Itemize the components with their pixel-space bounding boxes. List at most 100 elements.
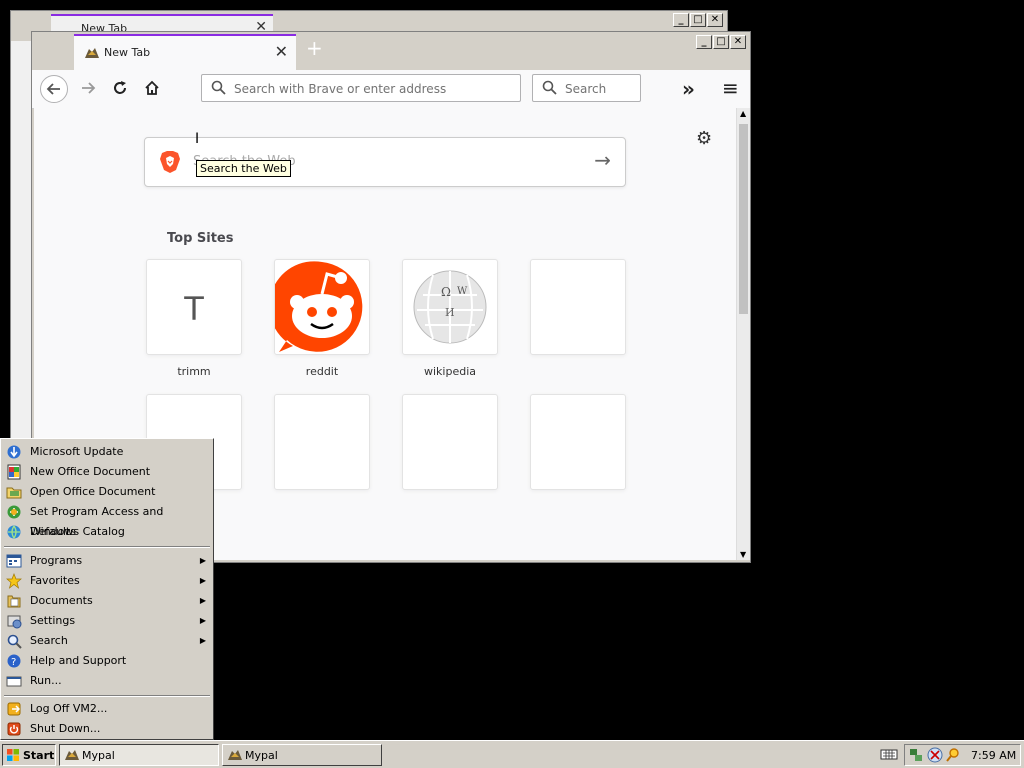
start-menu-item[interactable]: Documents ▶	[4, 591, 210, 611]
minimize-button[interactable]: _	[696, 35, 712, 49]
search-bar-placeholder: Search	[565, 82, 607, 96]
svg-text:И: И	[445, 306, 455, 319]
reload-icon	[114, 81, 126, 94]
start-label: Start	[23, 749, 55, 762]
network-icon[interactable]	[908, 747, 924, 763]
start-menu-item-label: Shut Down...	[30, 722, 101, 735]
documents-icon	[7, 595, 21, 608]
tab-close-icon[interactable]: ✕	[275, 42, 288, 61]
new-doc-icon	[7, 464, 21, 480]
vertical-scrollbar[interactable]: ▲ ▼	[736, 108, 750, 560]
keyboard-icon[interactable]	[880, 747, 898, 761]
start-menu-item[interactable]: Shut Down...	[4, 719, 210, 739]
start-menu-item-label: Open Office Document	[30, 485, 156, 498]
scroll-up-icon[interactable]: ▲	[740, 109, 746, 118]
start-menu-item[interactable]: Windows Catalog	[4, 522, 210, 542]
top-site-tile-reddit[interactable]	[274, 259, 370, 355]
start-menu-item[interactable]: Settings ▶	[4, 611, 210, 631]
top-site-empty-tile[interactable]	[402, 394, 498, 490]
start-button[interactable]: Start	[2, 744, 56, 766]
favorites-icon	[6, 573, 22, 589]
tooltip: Search the Web	[196, 160, 291, 177]
address-bar-placeholder: Search with Brave or enter address	[234, 82, 447, 96]
home-icon	[145, 80, 159, 95]
scroll-down-icon[interactable]: ▼	[740, 550, 746, 559]
submenu-arrow-icon: ▶	[199, 616, 206, 625]
start-menu-item[interactable]: Programs ▶	[4, 551, 210, 571]
background-window-controls: _ □ ✕	[673, 13, 723, 27]
start-menu-item[interactable]: Run...	[4, 671, 210, 691]
start-menu-item[interactable]: ? Help and Support	[4, 651, 210, 671]
start-menu-item-label: Microsoft Update	[30, 445, 124, 458]
submenu-arrow-icon: ▶	[199, 576, 206, 585]
system-tray: 7:59 AM	[904, 744, 1021, 766]
forward-button[interactable]	[74, 75, 102, 103]
navigation-toolbar: Search with Brave or enter address Searc…	[32, 70, 750, 109]
tabstrip: New Tab ✕ + _ □ ✕	[32, 32, 750, 70]
update-icon	[7, 445, 21, 459]
submenu-arrow-icon: ▶	[199, 636, 206, 645]
start-menu-item[interactable]: Set Program Access and Defaults	[4, 502, 210, 538]
start-menu-item-label: Log Off VM2...	[30, 702, 108, 715]
taskbar-button-mypal-active[interactable]: Mypal	[59, 744, 219, 766]
settings-icon	[7, 615, 22, 629]
shutdown-icon	[7, 722, 21, 736]
scroll-thumb[interactable]	[739, 124, 748, 314]
top-site-tile-trimm[interactable]: T	[146, 259, 242, 355]
start-menu-item[interactable]: Favorites ▶	[4, 571, 210, 591]
top-sites-heading: Top Sites	[167, 231, 234, 246]
top-site-tile-wikipedia[interactable]: Ω W И	[402, 259, 498, 355]
start-menu-item[interactable]: Search ▶	[4, 631, 210, 651]
tab-new-tab[interactable]: New Tab ✕	[74, 34, 296, 70]
volume-muted-icon[interactable]	[927, 747, 943, 763]
top-site-empty-tile[interactable]	[530, 394, 626, 490]
background-minimize-button[interactable]: _	[673, 13, 689, 27]
catalog-icon	[7, 525, 21, 539]
search-icon	[542, 80, 557, 95]
background-maximize-button[interactable]: □	[690, 13, 706, 27]
mypal-favicon-icon	[85, 48, 99, 58]
start-menu-item-label: Windows Catalog	[30, 525, 125, 538]
home-button[interactable]	[138, 75, 166, 103]
taskbar: Start Mypal Mypal 7:59 AM	[0, 740, 1024, 768]
search-submit-arrow-icon[interactable]: →	[594, 148, 611, 172]
start-menu-item[interactable]: New Office Document	[4, 462, 210, 482]
top-site-empty-tile[interactable]	[274, 394, 370, 490]
address-bar[interactable]: Search with Brave or enter address	[201, 74, 521, 102]
new-tab-button[interactable]: +	[306, 38, 323, 58]
search-bar[interactable]: Search	[532, 74, 641, 102]
svg-text:?: ?	[11, 657, 16, 668]
logoff-icon	[7, 702, 21, 716]
menu-separator	[4, 546, 210, 548]
search-icon	[211, 80, 226, 95]
top-site-label: wikipedia	[423, 365, 476, 378]
start-menu-item-label: Settings	[30, 614, 76, 627]
taskbar-button-label: Mypal	[245, 749, 278, 762]
top-site-empty-tile[interactable]	[530, 259, 626, 355]
clock: 7:59 AM	[971, 749, 1017, 762]
taskbar-button-mypal[interactable]: Mypal	[222, 744, 382, 766]
submenu-arrow-icon: ▶	[199, 596, 206, 605]
top-site-label: trimm	[177, 365, 211, 378]
start-menu-item-label: Programs	[30, 554, 83, 567]
close-window-button[interactable]: ✕	[730, 35, 746, 49]
gear-icon[interactable]: ⚙	[696, 128, 712, 149]
svg-text:Ω: Ω	[441, 285, 451, 299]
open-doc-icon	[6, 487, 22, 499]
start-menu-item-label: Favorites	[30, 574, 80, 587]
start-menu-item[interactable]: Log Off VM2...	[4, 699, 210, 719]
text-cursor-icon: I	[195, 131, 200, 147]
overflow-chevron-icon[interactable]: »	[682, 77, 695, 101]
background-close-button[interactable]: ✕	[707, 13, 723, 27]
reddit-logo-icon	[275, 261, 363, 352]
back-button[interactable]	[40, 75, 68, 103]
hamburger-menu-icon[interactable]: ≡	[722, 76, 739, 100]
search-assistant-icon[interactable]	[945, 747, 961, 763]
start-menu: Microsoft Update New Office Document Open …	[0, 438, 214, 740]
start-menu-item[interactable]: Microsoft Update	[4, 442, 210, 462]
start-menu-item[interactable]: Open Office Document	[4, 482, 210, 502]
maximize-button[interactable]: □	[713, 35, 729, 49]
tab-title: New Tab	[104, 46, 151, 59]
taskbar-button-label: Mypal	[82, 749, 115, 762]
reload-button[interactable]	[106, 75, 134, 103]
